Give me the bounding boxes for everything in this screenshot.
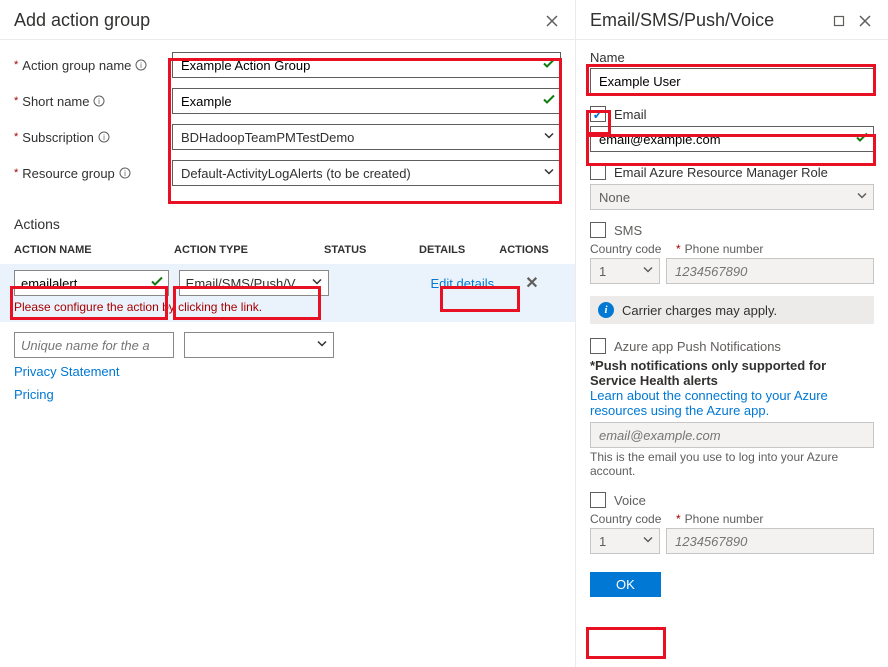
col-actions: ACTIONS [494,244,554,256]
action-row-1: Email/SMS/Push/V... Edit details ✕ [0,264,575,298]
phone-number-label: Phone number [685,512,764,526]
short-name-input[interactable] [172,88,561,114]
resource-group-label: Resource group [22,166,115,181]
right-body: Name Email Email Azure Resource Manager … [576,40,888,667]
edit-details-link[interactable]: Edit details [431,276,495,291]
col-details: DETAILS [419,244,494,256]
remove-row-button[interactable]: ✕ [503,273,561,293]
ok-button[interactable]: OK [590,572,661,597]
svg-text:i: i [99,97,101,106]
info-icon[interactable]: i [93,95,105,107]
short-name-label: Short name [22,94,89,109]
close-icon[interactable] [543,12,561,30]
left-header: Add action group [0,0,575,40]
sms-checkbox[interactable] [590,222,606,238]
new-action-name-input[interactable] [14,332,174,358]
action-group-name-label: Action group name [22,58,131,73]
rp-name-label: Name [590,50,874,65]
rp-email-input[interactable] [590,126,874,152]
sms-label: SMS [614,223,642,238]
required-star: * [14,59,18,71]
email-sms-push-voice-pane: Email/SMS/Push/Voice Name Email Email Az… [576,0,888,667]
voice-checkbox[interactable] [590,492,606,508]
voice-country-code-select[interactable]: 1 [590,528,660,554]
arm-role-checkbox[interactable] [590,164,606,180]
actions-columns: ACTION NAME ACTION TYPE STATUS DETAILS A… [0,236,575,264]
push-note: *Push notifications only supported for S… [590,358,874,388]
email-label: Email [614,107,647,122]
arm-role-label: Email Azure Resource Manager Role [614,165,828,180]
action-type-select[interactable]: Email/SMS/Push/V... [179,270,329,296]
col-action-name: ACTION NAME [14,244,174,256]
push-help-text: This is the email you use to log into yo… [590,450,874,478]
maximize-icon[interactable] [830,12,848,30]
arm-role-select[interactable]: None [590,184,874,210]
check-icon [856,132,868,147]
close-icon[interactable] [856,12,874,30]
sms-country-code-select[interactable]: 1 [590,258,660,284]
info-icon: i [598,302,614,318]
privacy-statement-link[interactable]: Privacy Statement [14,364,561,379]
info-icon[interactable]: i [135,59,147,71]
email-checkbox[interactable] [590,106,606,122]
col-action-type: ACTION TYPE [174,244,324,256]
col-status: STATUS [324,244,419,256]
country-code-label: Country code [590,512,666,526]
push-email-input[interactable] [590,422,874,448]
right-header: Email/SMS/Push/Voice [576,0,888,40]
new-action-type-select[interactable] [184,332,334,358]
push-checkbox[interactable] [590,338,606,354]
subscription-label: Subscription [22,130,94,145]
add-action-group-pane: Add action group *Action group namei *Sh… [0,0,576,667]
push-learn-link[interactable]: Learn about the connecting to your Azure… [590,388,874,418]
svg-text:i: i [124,169,126,178]
sms-phone-input[interactable] [666,258,874,284]
phone-number-label: Phone number [685,242,764,256]
action-name-input[interactable] [14,270,169,296]
voice-label: Voice [614,493,646,508]
left-title: Add action group [14,10,150,31]
action-group-name-input[interactable] [172,52,561,78]
svg-text:i: i [103,133,105,142]
check-icon [543,58,555,73]
info-icon[interactable]: i [119,167,131,179]
check-icon [543,94,555,109]
right-title: Email/SMS/Push/Voice [590,10,774,31]
rp-name-input[interactable] [590,68,874,94]
svg-text:i: i [141,61,143,70]
action-row-new [0,322,575,358]
check-icon [151,276,163,291]
form-area: *Action group namei *Short namei *Subscr… [0,40,575,208]
resource-group-select[interactable]: Default-ActivityLogAlerts (to be created… [172,160,561,186]
actions-section-title: Actions [0,208,575,236]
info-icon[interactable]: i [98,131,110,143]
country-code-label: Country code [590,242,666,256]
subscription-select[interactable]: BDHadoopTeamPMTestDemo [172,124,561,150]
action-error-msg: Please configure the action by clicking … [0,298,575,322]
push-label: Azure app Push Notifications [614,339,781,354]
carrier-info: i Carrier charges may apply. [590,296,874,324]
voice-phone-input[interactable] [666,528,874,554]
pricing-link[interactable]: Pricing [14,387,561,402]
